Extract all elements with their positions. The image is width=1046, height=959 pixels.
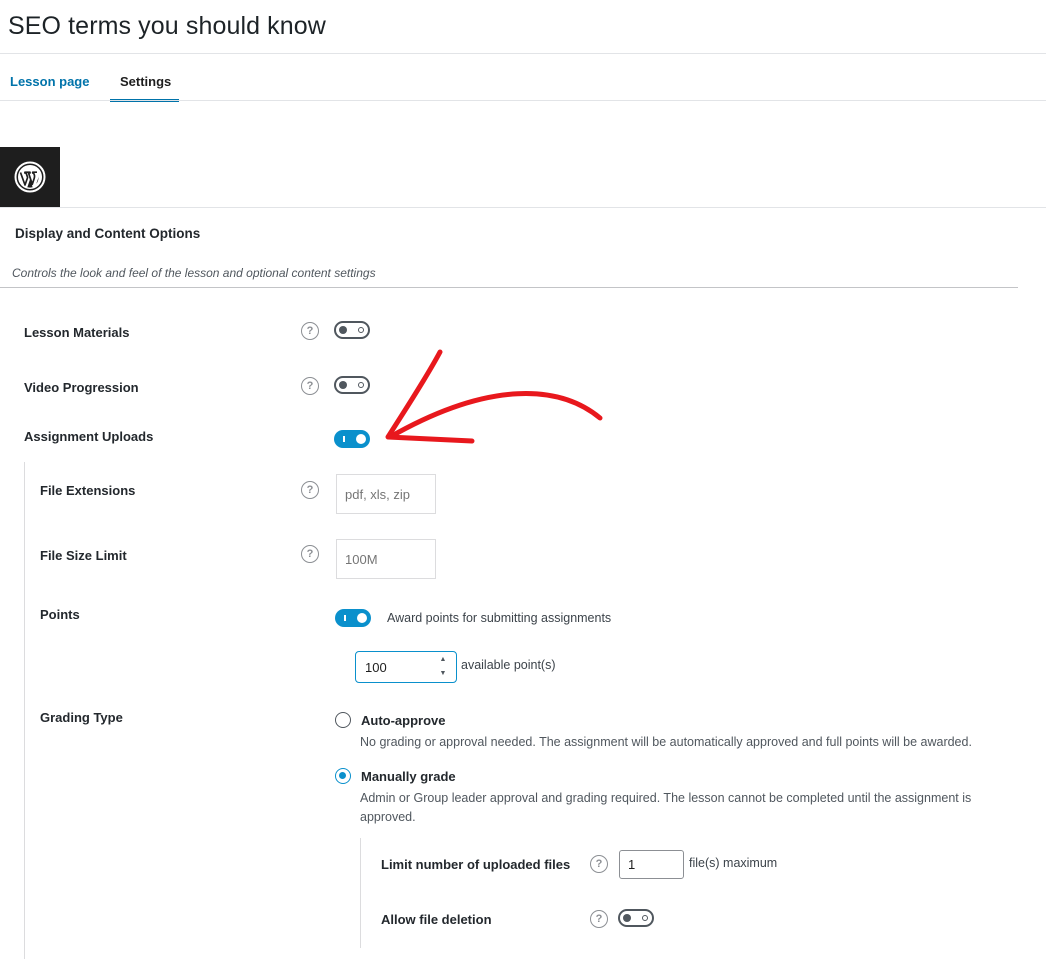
file-size-limit-input[interactable]: 100M xyxy=(336,539,436,579)
tab-settings[interactable]: Settings xyxy=(120,74,171,89)
help-icon[interactable]: ? xyxy=(301,545,319,563)
lesson-materials-label: Lesson Materials xyxy=(24,325,130,340)
auto-approve-label[interactable]: Auto-approve xyxy=(361,713,446,728)
page-title: SEO terms you should know xyxy=(8,12,326,40)
spinner-down-icon[interactable]: ▼ xyxy=(438,669,448,679)
assignment-subsettings-indent xyxy=(24,462,25,959)
limit-uploaded-files-input[interactable]: 1 xyxy=(619,850,684,879)
section-title: Display and Content Options xyxy=(15,226,201,241)
file-extensions-label: File Extensions xyxy=(40,483,136,498)
points-number-input[interactable]: 100 ▲ ▼ xyxy=(355,651,457,683)
manual-grade-subsettings-indent xyxy=(360,838,361,948)
grading-type-label: Grading Type xyxy=(40,710,123,725)
allow-file-deletion-label: Allow file deletion xyxy=(381,912,492,927)
section-description: Controls the look and feel of the lesson… xyxy=(12,266,376,280)
award-points-toggle[interactable] xyxy=(335,609,371,627)
file-size-limit-label: File Size Limit xyxy=(40,548,127,563)
wordpress-logo[interactable] xyxy=(0,147,60,207)
manually-grade-description-cont: approved. xyxy=(360,810,416,824)
limit-uploaded-files-label: Limit number of uploaded files xyxy=(381,857,571,872)
points-label: Points xyxy=(40,607,80,622)
section-divider xyxy=(0,287,1018,288)
manually-grade-label[interactable]: Manually grade xyxy=(361,769,456,784)
help-icon[interactable]: ? xyxy=(301,322,319,340)
tabs-divider xyxy=(0,100,1046,101)
auto-approve-description: No grading or approval needed. The assig… xyxy=(360,735,972,749)
help-icon[interactable]: ? xyxy=(301,377,319,395)
assignment-uploads-label: Assignment Uploads xyxy=(24,429,154,444)
points-value: 100 xyxy=(365,659,387,675)
header-divider xyxy=(0,53,1046,54)
spinner-up-icon[interactable]: ▲ xyxy=(438,655,448,665)
auto-approve-radio[interactable] xyxy=(335,712,351,728)
manually-grade-description: Admin or Group leader approval and gradi… xyxy=(360,791,972,805)
video-progression-label: Video Progression xyxy=(24,380,139,395)
help-icon[interactable]: ? xyxy=(590,910,608,928)
limit-uploaded-files-suffix: file(s) maximum xyxy=(689,856,778,870)
award-points-label: Award points for submitting assignments xyxy=(387,611,612,625)
help-icon[interactable]: ? xyxy=(590,855,608,873)
tab-lesson-page[interactable]: Lesson page xyxy=(10,74,89,89)
video-progression-toggle[interactable] xyxy=(334,376,370,394)
points-suffix: available point(s) xyxy=(461,658,556,672)
assignment-uploads-toggle[interactable] xyxy=(334,430,370,448)
logo-divider xyxy=(0,207,1046,208)
wordpress-icon xyxy=(14,161,46,193)
manually-grade-radio[interactable] xyxy=(335,768,351,784)
file-extensions-input[interactable]: pdf, xls, zip xyxy=(336,474,436,514)
annotation-arrow-icon xyxy=(385,349,603,444)
help-icon[interactable]: ? xyxy=(301,481,319,499)
points-spinner[interactable]: ▲ ▼ xyxy=(438,655,448,679)
lesson-materials-toggle[interactable] xyxy=(334,321,370,339)
allow-file-deletion-toggle[interactable] xyxy=(618,909,654,927)
